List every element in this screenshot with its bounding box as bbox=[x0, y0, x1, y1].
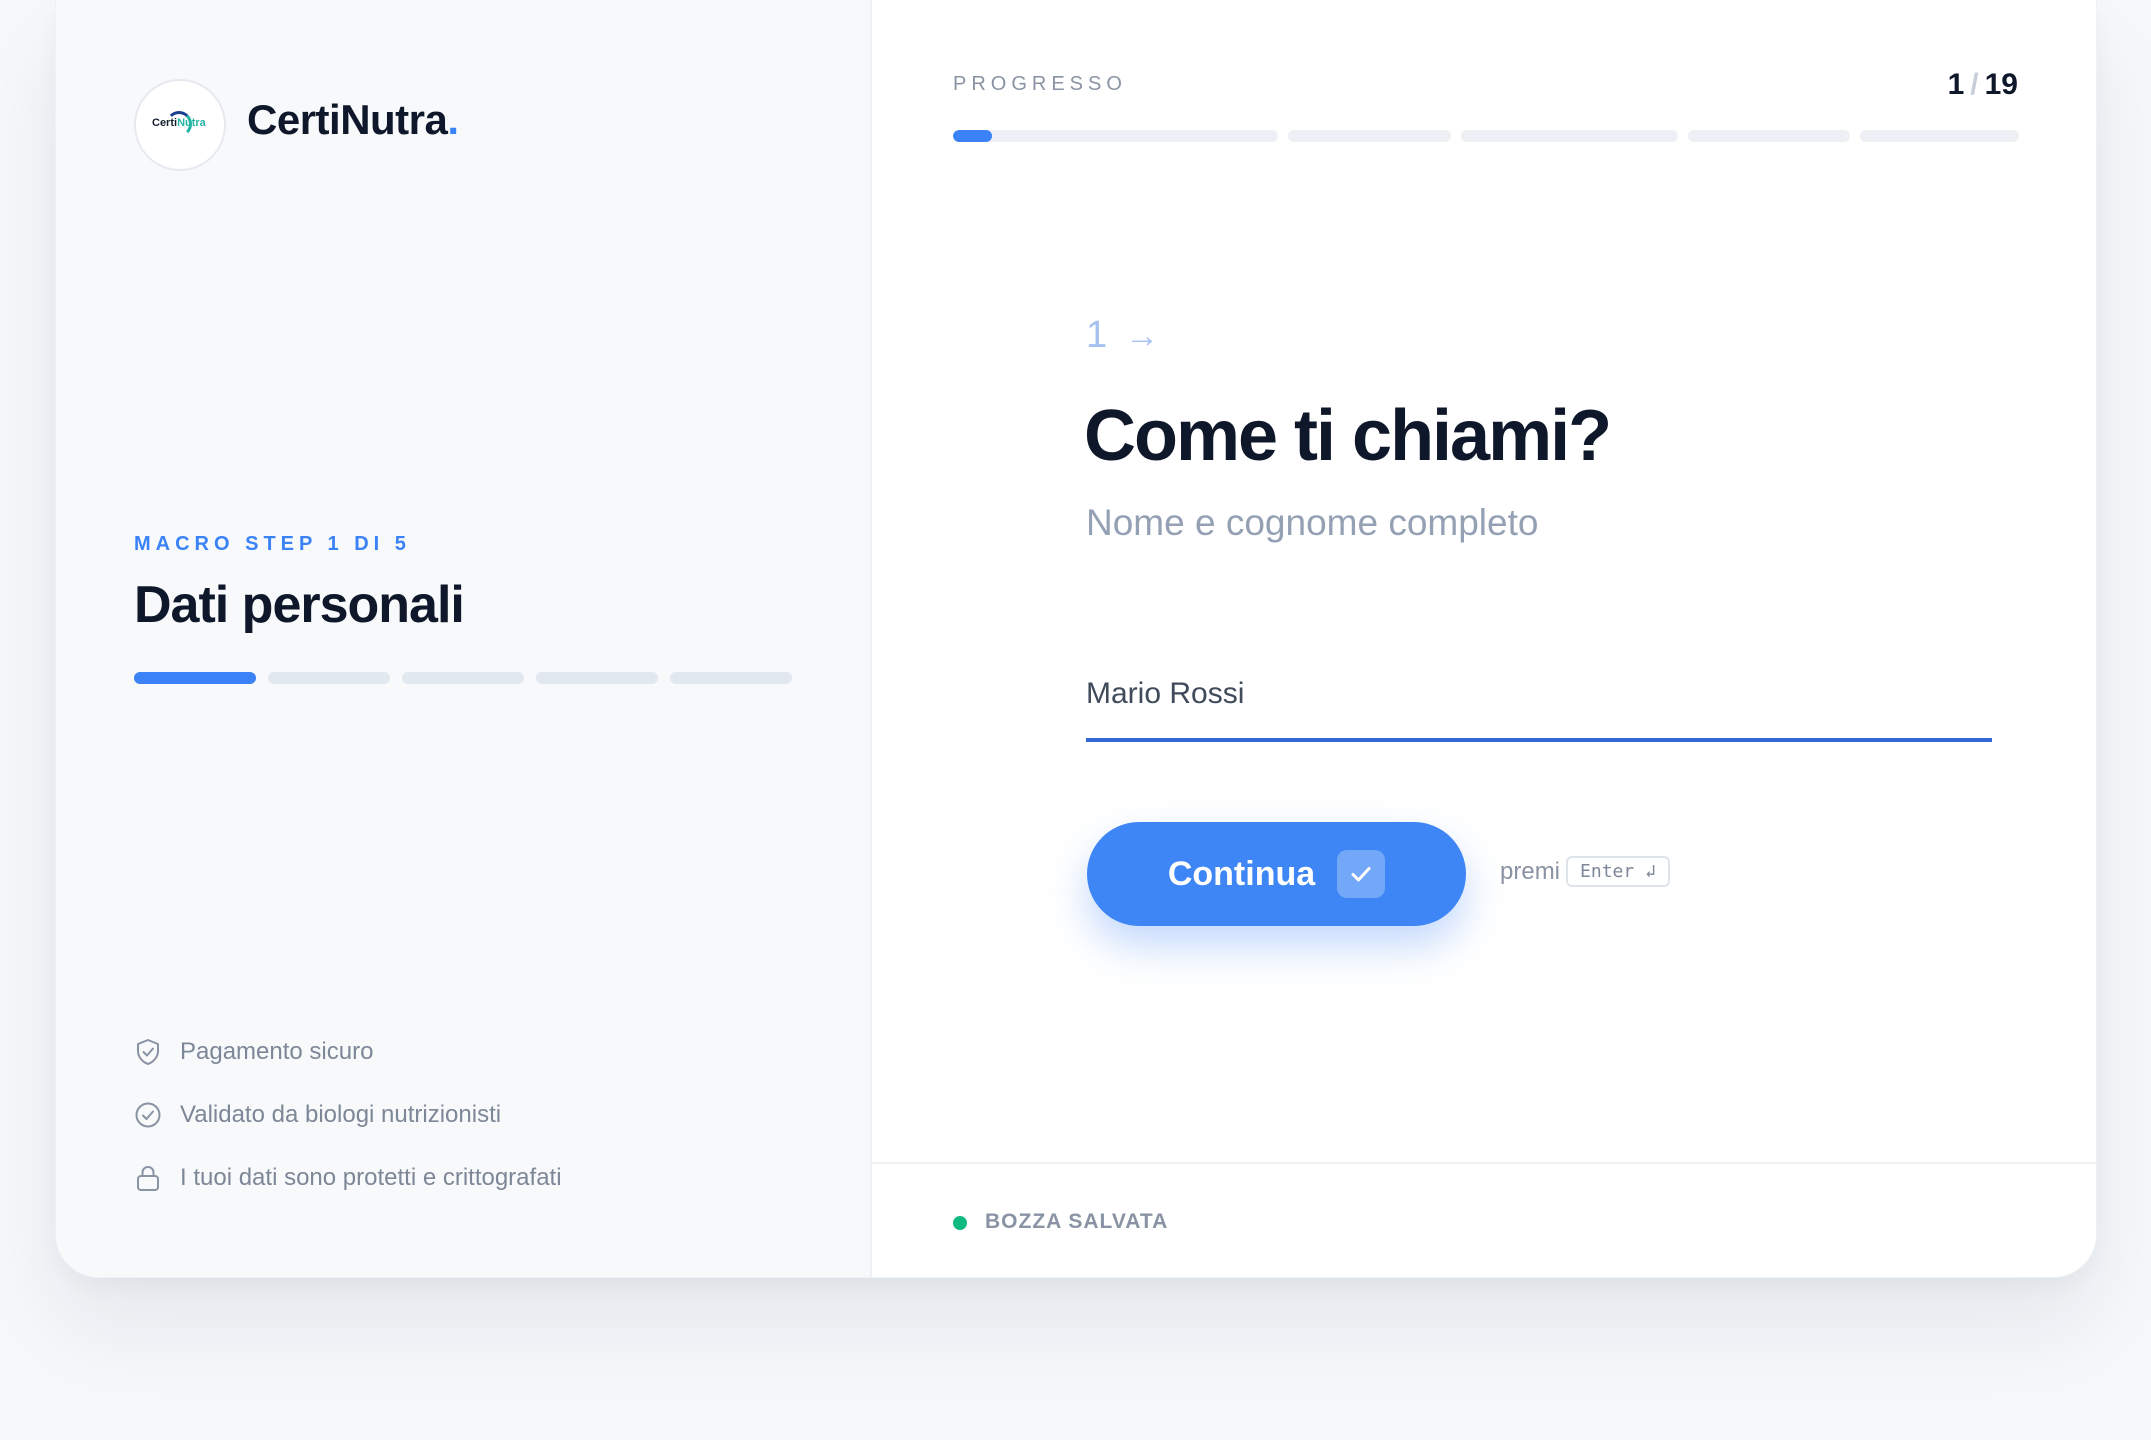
trust-item-label: Validato da biologi nutrizionisti bbox=[180, 1101, 502, 1128]
trust-item-secure-payment: Pagamento sicuro bbox=[134, 1032, 562, 1072]
draft-saved-status: BOZZA SALVATA bbox=[985, 1210, 1169, 1233]
macro-step-label: MACRO STEP 1 DI 5 bbox=[134, 533, 411, 555]
question-panel: PROGRESSO 1/19 1 → Come ti chiami? Nome e… bbox=[872, 0, 2096, 1277]
onboarding-card: CertiNutra CertiNutra. MACRO STEP 1 DI 5… bbox=[55, 0, 2097, 1278]
section-title: Dati personali bbox=[134, 576, 465, 634]
progress-segment bbox=[1688, 130, 1850, 142]
macro-step-segment bbox=[268, 672, 390, 684]
check-icon bbox=[1337, 850, 1386, 898]
progress-segment bbox=[1288, 130, 1451, 142]
shield-check-icon bbox=[134, 1038, 162, 1066]
circle-check-icon bbox=[134, 1101, 162, 1129]
macro-step-segment bbox=[134, 672, 256, 684]
lock-icon bbox=[134, 1164, 162, 1192]
question-title: Come ti chiami? bbox=[1084, 396, 1612, 476]
macro-step-segment bbox=[402, 672, 524, 684]
trust-list: Pagamento sicuro Validato da biologi nut… bbox=[134, 1032, 562, 1221]
footer: BOZZA SALVATA bbox=[872, 1162, 2096, 1277]
progress-bar bbox=[953, 130, 2019, 142]
name-input[interactable] bbox=[1086, 650, 1992, 742]
logo-mini-part1: Certi bbox=[152, 117, 178, 129]
trust-item-label: I tuoi dati sono protetti e crittografat… bbox=[180, 1164, 562, 1191]
progress-counter: 1/19 bbox=[1948, 68, 2018, 102]
question-number: 1 → bbox=[1086, 314, 1159, 357]
macro-step-segment bbox=[670, 672, 792, 684]
trust-item-label: Pagamento sicuro bbox=[180, 1038, 374, 1065]
progress-total: 19 bbox=[1984, 68, 2018, 101]
question-subtitle: Nome e cognome completo bbox=[1086, 502, 1539, 543]
enter-key-badge: Enter ↲ bbox=[1566, 856, 1670, 887]
progress-segment bbox=[1860, 130, 2019, 142]
logo: CertiNutra bbox=[134, 79, 226, 171]
macro-step-segment bbox=[536, 672, 658, 684]
progress-segment bbox=[953, 130, 1278, 142]
brand-dot: . bbox=[447, 96, 459, 143]
logo-mini-part2: Nutra bbox=[177, 117, 206, 129]
progress-segment bbox=[1461, 130, 1678, 142]
macro-step-progress bbox=[134, 672, 792, 684]
brand-name-text: CertiNutra bbox=[247, 96, 448, 143]
question-number-value: 1 bbox=[1086, 314, 1108, 356]
keyboard-hint: premi Enter ↲ bbox=[1500, 856, 1670, 887]
continue-button[interactable]: Continua bbox=[1087, 822, 1466, 926]
progress-fill bbox=[953, 130, 992, 142]
brand-name: CertiNutra. bbox=[247, 96, 459, 144]
trust-item-data-protected: I tuoi dati sono protetti e crittografat… bbox=[134, 1158, 562, 1198]
progress-current: 1 bbox=[1947, 68, 1965, 101]
progress-separator: / bbox=[1970, 68, 1979, 101]
logo-mini-text: CertiNutra bbox=[152, 117, 212, 129]
arrow-right-icon: → bbox=[1125, 317, 1160, 355]
progress-label: PROGRESSO bbox=[953, 73, 1127, 95]
trust-item-validated: Validato da biologi nutrizionisti bbox=[134, 1095, 562, 1135]
sidebar-panel: CertiNutra CertiNutra. MACRO STEP 1 DI 5… bbox=[56, 0, 872, 1277]
status-dot-icon bbox=[953, 1216, 967, 1230]
hint-text: premi bbox=[1500, 857, 1561, 885]
continue-button-label: Continua bbox=[1167, 854, 1316, 893]
